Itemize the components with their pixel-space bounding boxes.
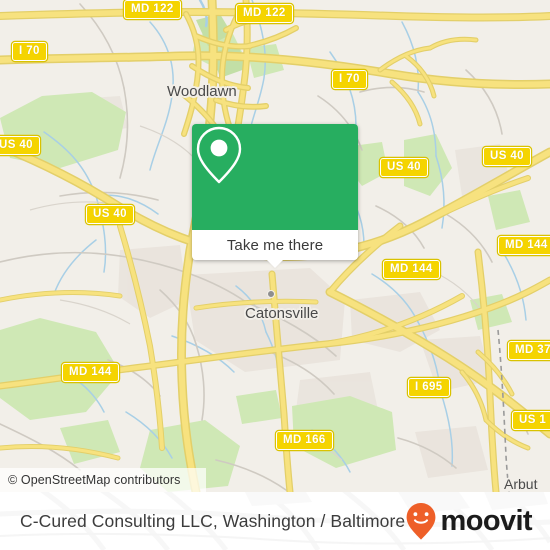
card-pin-area	[192, 124, 358, 230]
page-title: C-Cured Consulting LLC, Washington / Bal…	[20, 492, 405, 550]
page-title-text: C-Cured Consulting LLC, Washington / Bal…	[20, 510, 406, 531]
place-label: Woodlawn	[167, 83, 237, 100]
osm-attribution-text: © OpenStreetMap contributors	[8, 473, 181, 487]
route-shield: US 1	[512, 411, 550, 430]
route-shield: MD 166	[276, 431, 333, 450]
map-canvas[interactable]: Woodlawn Catonsville Arbut MD 122 MD 122…	[0, 0, 550, 492]
moovit-wordmark: moovit	[440, 504, 533, 537]
route-shield: MD 122	[124, 0, 181, 19]
osm-attribution[interactable]: © OpenStreetMap contributors	[0, 468, 206, 492]
route-shield: US 40	[0, 136, 40, 155]
route-shield: I 695	[408, 378, 450, 397]
route-shield: MD 122	[236, 4, 293, 23]
footer-bar: C-Cured Consulting LLC, Washington / Bal…	[0, 492, 550, 550]
route-shield: US 40	[86, 205, 134, 224]
moovit-logo[interactable]: moovit	[404, 492, 533, 550]
route-shield: I 70	[332, 70, 367, 89]
route-shield: MD 144	[62, 363, 119, 382]
route-shield: US 40	[380, 158, 428, 177]
card-action-bar[interactable]: Take me there	[192, 230, 358, 268]
take-me-there-label: Take me there	[226, 236, 324, 254]
moovit-map-screenshot: Woodlawn Catonsville Arbut MD 122 MD 122…	[0, 0, 550, 550]
city-marker-dot	[267, 290, 275, 298]
card-pointer-tail	[266, 259, 284, 268]
place-label: Catonsville	[245, 305, 319, 322]
smiling-pin-icon	[406, 503, 435, 540]
route-shield: I 70	[12, 42, 47, 61]
route-shield: US 40	[483, 147, 531, 166]
map-pin-icon	[196, 126, 242, 184]
place-label: Arbut	[504, 476, 538, 492]
take-me-there-card[interactable]: Take me there	[192, 124, 358, 268]
route-shield: MD 144	[498, 236, 550, 255]
route-shield: MD 372	[508, 341, 550, 360]
route-shield: MD 144	[383, 260, 440, 279]
